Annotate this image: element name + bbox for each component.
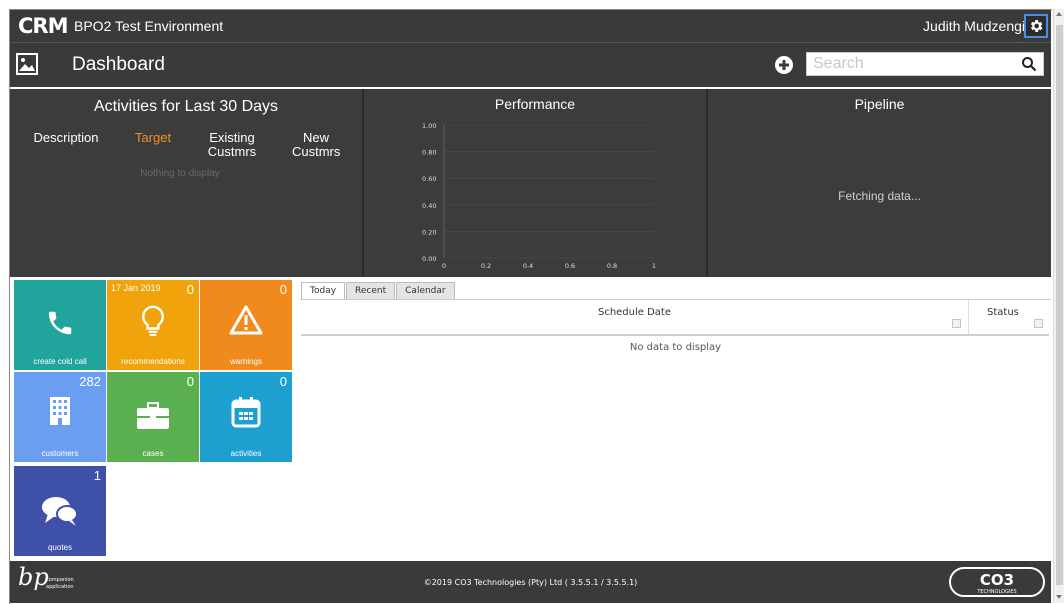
column-target: Target: [134, 130, 172, 145]
empty-grid-message: No data to display: [629, 342, 722, 353]
column-header-label: Schedule Date: [597, 307, 672, 318]
y-tick-label: 0.80: [422, 149, 436, 157]
tile-label: customers: [41, 449, 79, 458]
schedule-tabs: Today Recent Calendar: [301, 282, 456, 299]
summary-panels: Activities for Last 30 Days Description …: [10, 89, 1051, 277]
x-tick-label: 0.2: [481, 262, 491, 270]
schedule-grid-header: Schedule Date Status: [301, 300, 1049, 336]
search-box: [806, 52, 1044, 76]
x-tick-label: 0.4: [523, 262, 533, 270]
activities-title: Activities for Last 30 Days: [93, 98, 279, 115]
search-input[interactable]: [807, 53, 1019, 75]
performance-chart: 1.00 0.80 0.60 0.40 0.20 0.00 0 0.2 0.4 0.6 0.8 1: [422, 122, 656, 270]
tile-count: 282: [79, 374, 101, 389]
co3-technologies-logo: CO3 TECHNOLOGIES: [949, 567, 1045, 597]
briefcase-icon: [137, 402, 169, 429]
tile-quotes[interactable]: 1 quotes: [14, 466, 106, 556]
tile-date: 17 Jan 2019: [111, 283, 161, 293]
x-tick-label: 0.8: [607, 262, 617, 270]
y-tick-label: 0.20: [422, 228, 436, 236]
column-new-customers: New Custmrs: [292, 130, 341, 159]
settings-button[interactable]: [1024, 14, 1048, 38]
co3-logo-sub: TECHNOLOGIES: [976, 589, 1016, 595]
image-icon: [16, 53, 38, 75]
y-tick-label: 0.40: [422, 202, 436, 210]
schedule-panel: Today Recent Calendar Schedule Date Stat…: [300, 281, 1051, 557]
footer: bp companion application ©2019 CO3 Techn…: [10, 561, 1051, 603]
filter-button[interactable]: [952, 319, 961, 328]
column-description: Description: [33, 130, 99, 145]
co3-logo-text: CO3: [980, 571, 1014, 589]
tile-label: create cold call: [33, 357, 87, 366]
tile-label: recommendations: [121, 357, 185, 366]
pipeline-status: Fetching data...: [838, 189, 921, 203]
column-header-label: Status: [987, 307, 1019, 318]
warning-icon: [229, 305, 263, 335]
tile-customers[interactable]: 282 customers: [14, 372, 106, 462]
user-name[interactable]: Judith Mudzengi: [923, 18, 1025, 34]
tile-create-cold-call[interactable]: create cold call: [14, 280, 106, 370]
pipeline-title: Pipeline: [854, 96, 905, 112]
tab-calendar[interactable]: Calendar: [396, 282, 455, 299]
y-tick-label: 0.00: [422, 255, 436, 263]
search-icon[interactable]: [1021, 56, 1037, 72]
tile-count: 0: [186, 374, 194, 389]
chat-bubbles-icon: [42, 497, 78, 526]
scroll-up-arrow[interactable]: [1056, 12, 1062, 16]
filter-button[interactable]: [1034, 319, 1043, 328]
tile-activities[interactable]: 0 activities: [200, 372, 292, 462]
top-bar: CRM BPO2 Test Environment Judith Mudzeng…: [10, 10, 1051, 43]
column-existing-customers: Existing Custmrs: [207, 130, 257, 159]
crm-logo-text: CRM: [18, 14, 68, 38]
tab-recent[interactable]: Recent: [346, 282, 396, 299]
scroll-thumb[interactable]: [1056, 25, 1063, 585]
tile-count: 0: [186, 282, 194, 297]
lightbulb-icon: [142, 305, 164, 337]
page-scrollbar[interactable]: [1053, 9, 1064, 603]
page-title: Dashboard: [72, 54, 165, 75]
tile-cases[interactable]: 0 cases: [107, 372, 199, 462]
tile-recommendations[interactable]: 17 Jan 2019 0 recommendations: [107, 280, 199, 370]
y-tick-label: 1.00: [422, 122, 436, 130]
performance-panel: Performance 1.00 0.80 0.60 0.40 0.20 0.00 0 0.2…: [364, 89, 708, 277]
dashboard-header: Dashboard: [10, 43, 1051, 87]
x-tick-label: 1: [652, 262, 656, 270]
tile-count: 0: [279, 374, 287, 389]
scroll-down-arrow[interactable]: [1056, 595, 1062, 599]
tile-count: 1: [93, 468, 101, 483]
column-header-schedule-date[interactable]: Schedule Date: [301, 300, 969, 334]
phone-icon: [48, 311, 72, 335]
add-icon[interactable]: [774, 55, 794, 75]
environment-title: BPO2 Test Environment: [74, 18, 224, 34]
tile-warnings[interactable]: 0 warnings: [200, 280, 292, 370]
empty-message: Nothing to display: [140, 168, 220, 179]
copyright-text: ©2019 CO3 Technologies (Pty) Ltd ( 3.5.5…: [423, 578, 638, 587]
activities-panel: Activities for Last 30 Days Description …: [10, 89, 364, 277]
tab-today[interactable]: Today: [301, 282, 346, 299]
crm-logo[interactable]: CRM: [18, 14, 68, 38]
tile-label: cases: [142, 449, 164, 458]
quick-tiles: create cold call 17 Jan 2019 0 recommend…: [14, 280, 297, 556]
calendar-icon: [231, 397, 261, 428]
x-tick-label: 0: [442, 262, 446, 270]
x-tick-label: 0.6: [565, 262, 575, 270]
gear-icon: [1030, 20, 1043, 32]
tile-label: activities: [230, 449, 262, 458]
y-tick-label: 0.60: [422, 175, 436, 183]
building-icon: [50, 397, 70, 425]
tile-label: warnings: [229, 357, 262, 366]
tile-count: 0: [279, 282, 287, 297]
pipeline-panel: Pipeline Fetching data...: [708, 89, 1051, 277]
tile-label: quotes: [47, 543, 73, 552]
